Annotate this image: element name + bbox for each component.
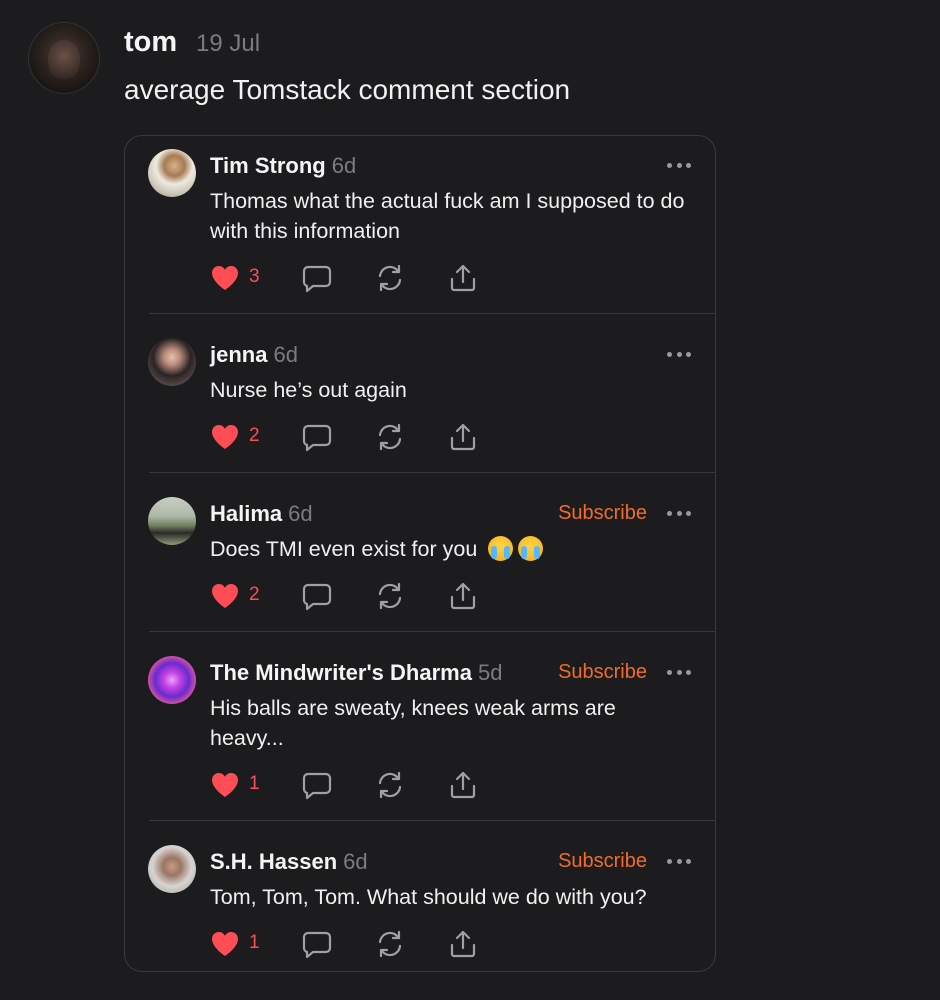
comment-body: Nurse he’s out again	[210, 378, 407, 402]
speech-bubble-icon[interactable]	[301, 262, 333, 294]
commenter-avatar[interactable]	[148, 656, 196, 704]
commenter-avatar[interactable]	[148, 338, 196, 386]
commenter-name[interactable]: Tim Strong 6d	[210, 153, 356, 179]
comment-body: His balls are sweaty, knees weak arms ar…	[210, 696, 616, 750]
post-author-name[interactable]: tom	[124, 26, 177, 59]
post-author-avatar[interactable]	[28, 22, 100, 94]
share-upload-icon[interactable]	[447, 421, 479, 453]
restack-arrows-icon[interactable]	[374, 262, 406, 294]
comment-actions: 1	[209, 769, 509, 801]
share-upload-icon[interactable]	[447, 769, 479, 801]
heart-icon[interactable]	[209, 421, 241, 453]
restack-arrows-icon[interactable]	[374, 421, 406, 453]
comment-time: 6d	[331, 153, 357, 178]
comment-body: Does TMI even exist for you	[210, 534, 700, 564]
comment-actions: 3	[209, 262, 509, 294]
speech-bubble-icon[interactable]	[301, 580, 333, 612]
commenter-name-text: Tim Strong	[210, 153, 326, 178]
comment-actions: 2	[209, 421, 509, 453]
commenter-name[interactable]: S.H. Hassen 6d	[210, 849, 368, 875]
share-upload-icon[interactable]	[447, 580, 479, 612]
commenter-name-text: Halima	[210, 501, 283, 526]
comment-time: 6d	[288, 501, 313, 526]
commenter-name[interactable]: The Mindwriter's Dharma 5d	[210, 660, 502, 686]
comment-time: 6d	[343, 849, 368, 874]
loudly-crying-face-icon	[518, 536, 544, 561]
comment-time: 5d	[477, 660, 503, 685]
note-page: tom 19 Jul average Tomstack comment sect…	[0, 0, 940, 1000]
subscribe-link[interactable]: Subscribe	[558, 850, 647, 873]
more-dots-icon[interactable]	[667, 163, 691, 169]
heart-icon[interactable]	[209, 769, 241, 801]
comment-actions: 2	[209, 580, 509, 612]
comment-body-text: Does TMI even exist for you	[210, 537, 478, 561]
more-dots-icon[interactable]	[667, 511, 691, 517]
like-count: 1	[249, 773, 260, 794]
subscribe-link[interactable]: Subscribe	[558, 661, 647, 684]
more-dots-icon[interactable]	[667, 859, 691, 865]
comment-actions: 1	[209, 928, 509, 960]
commenter-avatar[interactable]	[148, 497, 196, 545]
comment-divider	[149, 631, 715, 632]
commenter-avatar[interactable]	[148, 845, 196, 893]
embedded-comment-section[interactable]: Tim Strong 6d Thomas what the actual fuck…	[124, 135, 716, 972]
commenter-name-text: The Mindwriter's Dharma	[210, 660, 472, 685]
post-text: average Tomstack comment section	[124, 74, 571, 105]
comment-body: Thomas what the actual fuck am I suppose…	[210, 189, 685, 243]
like-count: 3	[249, 266, 260, 287]
restack-arrows-icon[interactable]	[374, 928, 406, 960]
restack-arrows-icon[interactable]	[374, 580, 406, 612]
comment-divider	[149, 472, 715, 473]
more-dots-icon[interactable]	[667, 670, 691, 676]
comment-divider	[149, 313, 715, 314]
post-date: 19 Jul	[196, 30, 261, 57]
more-dots-icon[interactable]	[667, 352, 691, 358]
heart-icon[interactable]	[209, 928, 241, 960]
like-count: 2	[249, 584, 260, 605]
speech-bubble-icon[interactable]	[301, 928, 333, 960]
comment-body: Tom, Tom, Tom. What should we do with yo…	[210, 885, 647, 909]
commenter-name-text: jenna	[210, 342, 268, 367]
comment-divider	[149, 820, 715, 821]
like-count: 1	[249, 932, 260, 953]
heart-icon[interactable]	[209, 262, 241, 294]
heart-icon[interactable]	[209, 580, 241, 612]
share-upload-icon[interactable]	[447, 262, 479, 294]
subscribe-link[interactable]: Subscribe	[558, 502, 647, 525]
share-upload-icon[interactable]	[447, 928, 479, 960]
loudly-crying-face-icon	[488, 536, 514, 561]
comment-time: 6d	[273, 342, 298, 367]
commenter-name[interactable]: Halima 6d	[210, 501, 313, 527]
restack-arrows-icon[interactable]	[374, 769, 406, 801]
commenter-name[interactable]: jenna 6d	[210, 342, 298, 368]
commenter-name-text: S.H. Hassen	[210, 849, 338, 874]
speech-bubble-icon[interactable]	[301, 421, 333, 453]
like-count: 2	[249, 425, 260, 446]
speech-bubble-icon[interactable]	[301, 769, 333, 801]
commenter-avatar[interactable]	[148, 149, 196, 197]
